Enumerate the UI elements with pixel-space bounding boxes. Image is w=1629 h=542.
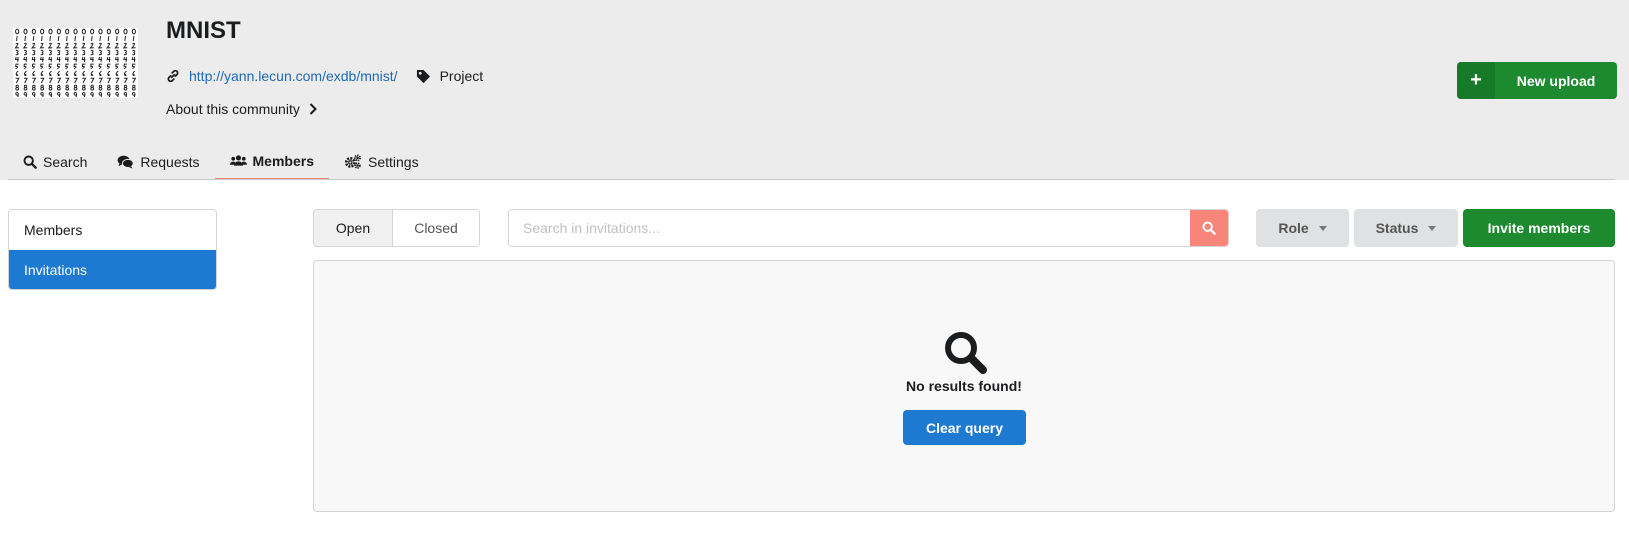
- search-icon: [945, 332, 987, 374]
- tab-settings-label: Settings: [367, 153, 419, 170]
- tab-settings[interactable]: Settings: [329, 143, 434, 180]
- search-icon: [23, 155, 37, 169]
- community-logo: [13, 28, 138, 98]
- about-community-link[interactable]: About this community: [166, 101, 317, 117]
- link-icon: [167, 69, 179, 83]
- search-input[interactable]: [509, 210, 1190, 246]
- chevron-right-icon: [309, 103, 317, 115]
- tab-members[interactable]: Members: [214, 143, 329, 180]
- open-filter-button[interactable]: Open: [314, 210, 393, 246]
- invite-members-button[interactable]: Invite members: [1463, 209, 1615, 247]
- tag-icon: [416, 69, 430, 83]
- invitation-state-toggle: Open Closed: [313, 209, 480, 247]
- community-url-link[interactable]: http://yann.lecun.com/exdb/mnist/: [189, 68, 398, 84]
- invitations-search: [508, 209, 1229, 247]
- comments-icon: [117, 155, 135, 169]
- community-tabs: Search Requests Members Settings: [8, 143, 434, 180]
- closed-filter-button[interactable]: Closed: [393, 210, 479, 246]
- plus-icon: +: [1457, 62, 1495, 99]
- new-upload-label: New upload: [1516, 72, 1596, 89]
- no-results-message: No results found!: [906, 378, 1022, 394]
- status-filter-label: Status: [1375, 220, 1419, 236]
- tabs-divider: [8, 179, 1615, 180]
- sidebar-item-members[interactable]: Members: [9, 210, 216, 250]
- community-title: MNIST: [166, 17, 241, 44]
- new-upload-button[interactable]: + New upload: [1457, 62, 1617, 99]
- search-submit-button[interactable]: [1190, 210, 1228, 246]
- community-type: Project: [439, 68, 484, 84]
- tab-search-label: Search: [43, 153, 88, 170]
- community-header: MNIST http://yann.lecun.com/exdb/mnist/ …: [0, 0, 1629, 180]
- cogs-icon: [344, 154, 361, 169]
- sidebar-item-invitations[interactable]: Invitations: [9, 250, 216, 289]
- search-icon: [1202, 221, 1216, 235]
- members-sidebar-menu: Members Invitations: [8, 209, 217, 290]
- caret-down-icon: [1318, 225, 1327, 231]
- tab-members-label: Members: [252, 152, 314, 169]
- tab-requests-label: Requests: [140, 153, 200, 170]
- tab-requests[interactable]: Requests: [102, 143, 214, 180]
- empty-results-placeholder: No results found! Clear query: [313, 260, 1615, 512]
- role-filter-label: Role: [1278, 220, 1309, 236]
- status-filter-dropdown[interactable]: Status: [1354, 209, 1458, 247]
- users-icon: [229, 155, 247, 166]
- role-filter-dropdown[interactable]: Role: [1256, 209, 1349, 247]
- community-meta: http://yann.lecun.com/exdb/mnist/ Projec…: [166, 68, 483, 84]
- about-community-label: About this community: [166, 101, 300, 117]
- tab-search[interactable]: Search: [8, 143, 102, 180]
- caret-down-icon: [1428, 225, 1437, 231]
- clear-query-button[interactable]: Clear query: [903, 410, 1026, 445]
